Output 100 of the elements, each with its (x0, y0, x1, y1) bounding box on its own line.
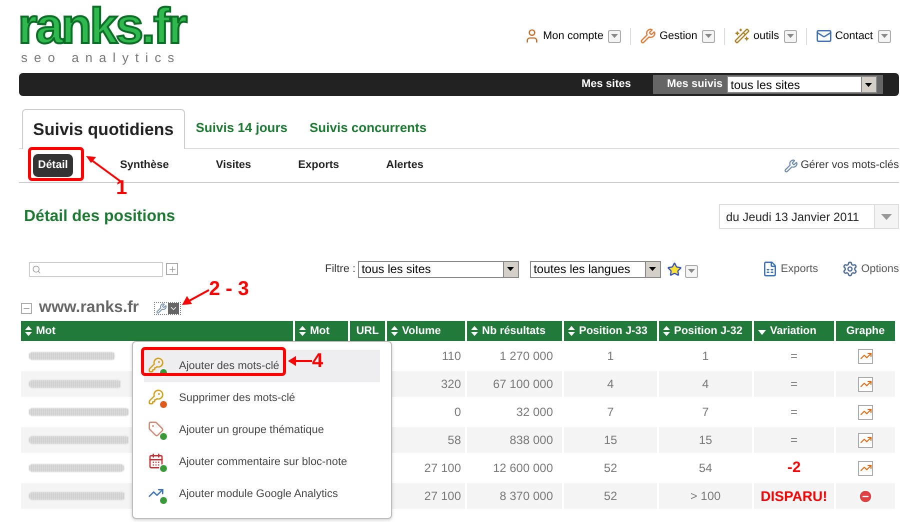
table-cell-text: 54 (698, 460, 712, 477)
column-header[interactable]: Position J-32 (659, 321, 752, 341)
add-button[interactable] (166, 263, 178, 275)
subnav-link[interactable]: Synthèse (120, 157, 169, 174)
magic-wand-icon (734, 28, 750, 44)
column-header[interactable]: Mot (21, 321, 293, 341)
table-cell-text: 110 (442, 348, 461, 365)
menu-item[interactable]: Ajouter module Google Analytics (144, 478, 380, 510)
logo[interactable]: ranks.fr seo analytics (18, 0, 186, 65)
remove-icon[interactable] (858, 488, 873, 504)
key-remove-icon (148, 389, 166, 407)
table-cell-text: 52 (604, 460, 618, 477)
variation-cell-text: -2 (787, 458, 801, 478)
top-menu-link[interactable]: Contact (835, 28, 873, 44)
table-cell-text: 0 (454, 404, 461, 421)
caret-icon (881, 214, 892, 220)
table-cell-text: 7 (702, 404, 709, 421)
subnav-link[interactable]: Visites (216, 157, 252, 174)
column-header[interactable]: Variation (754, 321, 834, 341)
table-cell-text: 8 370 000 (500, 488, 553, 505)
table-cell-text: 320 (440, 376, 461, 393)
variation-cell-text: = (790, 376, 798, 393)
dropdown-button[interactable] (878, 30, 891, 43)
site-menu-button[interactable] (168, 302, 179, 314)
variation-cell-text: = (790, 348, 798, 365)
wrench-icon (784, 158, 798, 172)
table-cell-text: 4 (702, 376, 709, 393)
caret-icon (611, 34, 618, 38)
table-cell-text: 52 (604, 488, 618, 505)
sort-descending-icon (758, 330, 766, 335)
site-select[interactable]: tous les sites (726, 76, 877, 93)
table-cell-text: 27 100 (424, 460, 461, 477)
top-menu-link[interactable]: Mon compte (542, 28, 604, 44)
annotation-number: 2 - 3 (209, 279, 250, 299)
collapse-button[interactable] (21, 302, 32, 314)
menu-item[interactable]: Ajouter un groupe thématique (144, 414, 380, 446)
subnav-link[interactable]: Exports (298, 157, 340, 174)
dropdown-button[interactable] (684, 264, 698, 278)
column-header[interactable]: Position J-33 (564, 321, 657, 341)
column-header[interactable]: Nb résultats (467, 321, 562, 341)
table-cell-text: 1 (607, 348, 614, 365)
annotation-number: 1 (116, 178, 128, 198)
table-cell-text: 27 100 (424, 488, 461, 505)
sort-icon (663, 326, 670, 336)
dropdown-button[interactable] (702, 30, 716, 43)
caret-icon (649, 267, 656, 271)
column-header[interactable]: Graphe (836, 321, 895, 341)
menu-item[interactable]: Ajouter commentaire sur bloc-note (144, 446, 380, 478)
table-cell-text: 4 (607, 376, 614, 393)
tag-add-icon (148, 421, 166, 439)
dropdown-button[interactable] (784, 30, 798, 43)
mail-icon (816, 28, 832, 44)
caret-icon (705, 34, 712, 38)
site-filter-select[interactable]: tous les sites (358, 260, 519, 278)
key-add-icon (148, 357, 166, 375)
tab[interactable]: Suivis 14 jours (184, 108, 299, 148)
date-select[interactable]: du Jeudi 13 Janvier 2011 (719, 204, 899, 229)
sort-icon (471, 326, 478, 336)
line-chart-icon[interactable] (858, 432, 873, 448)
wrench-icon (640, 28, 656, 44)
tab[interactable]: Suivis concurrents (298, 108, 438, 148)
top-menu-link[interactable]: Gestion (659, 28, 698, 44)
caret-icon (507, 267, 514, 271)
table-cell-text: 1 270 000 (500, 348, 553, 365)
table-cell-text: 7 (607, 404, 614, 421)
site-name: www.ranks.fr (39, 298, 139, 318)
highlight-frame (28, 147, 84, 181)
variation-cell-text: = (790, 432, 798, 449)
line-chart-icon[interactable] (858, 348, 873, 364)
user-icon (524, 28, 540, 44)
my-sites-link[interactable]: Mes sites (581, 76, 631, 93)
dropdown-button[interactable] (608, 30, 622, 43)
star-icon[interactable] (666, 262, 682, 276)
wrench-icon[interactable] (156, 302, 167, 314)
subnav-link[interactable]: Détail (33, 154, 73, 177)
language-filter-select[interactable]: toutes les langues (530, 260, 661, 278)
plus-icon (168, 264, 176, 274)
table-cell-text: > 100 (690, 488, 721, 505)
manage-keywords-link[interactable]: Gérer vos mots-clés (800, 157, 899, 174)
spreadsheet-icon (762, 261, 778, 277)
my-tracking-label: Mes suivis (667, 77, 723, 92)
tab[interactable]: Suivis quotidiens (22, 109, 185, 149)
table-cell-text: 838 000 (510, 432, 553, 449)
column-header[interactable]: URL (350, 321, 385, 341)
top-menu-link[interactable]: outils (753, 28, 780, 44)
line-chart-icon[interactable] (858, 404, 873, 420)
caret-icon (865, 82, 872, 86)
line-chart-icon[interactable] (858, 460, 873, 476)
table-cell-text: 67 100 000 (492, 376, 553, 393)
caret-icon (688, 269, 695, 273)
options-button[interactable]: Options (861, 260, 899, 278)
subnav-link[interactable]: Alertes (386, 157, 424, 174)
sort-icon (568, 326, 575, 336)
column-header[interactable]: Mot (295, 321, 348, 341)
search-field[interactable] (29, 262, 163, 276)
exports-button[interactable]: Exports (780, 260, 818, 278)
column-header[interactable]: Volume (387, 321, 465, 341)
line-chart-icon[interactable] (858, 376, 873, 392)
settings-icon (842, 261, 858, 277)
menu-item[interactable]: Supprimer des mots-clé (144, 382, 380, 414)
